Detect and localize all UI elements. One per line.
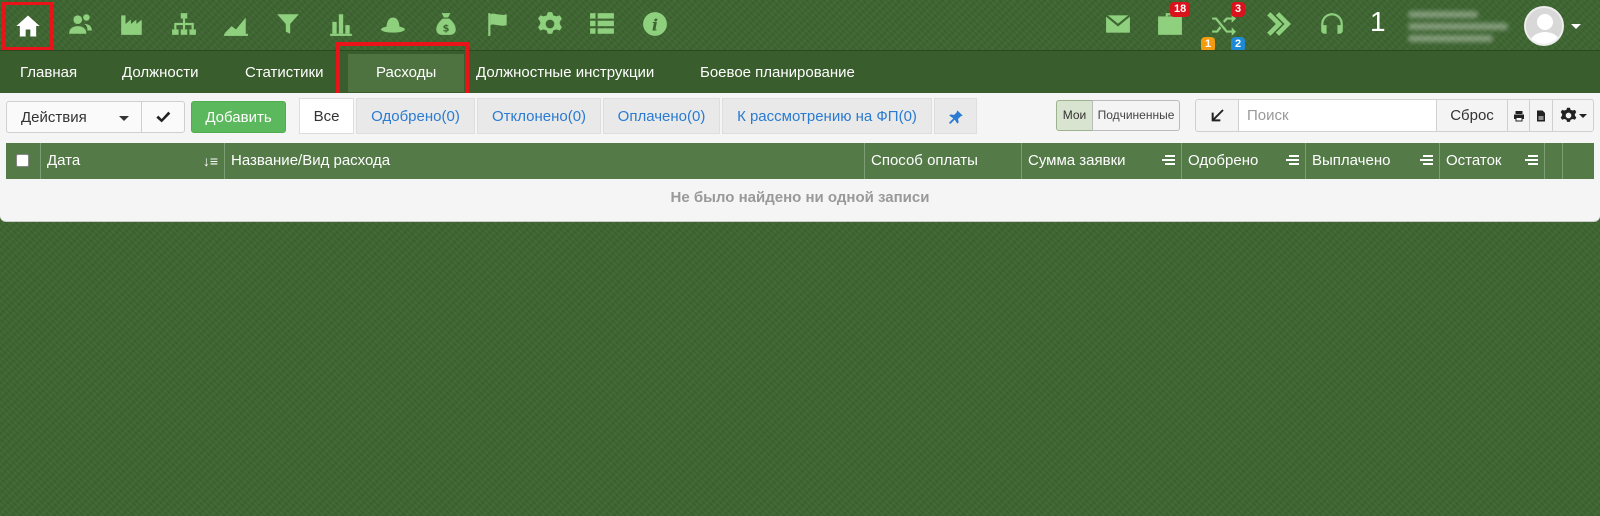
column-remainder[interactable]: Остаток (1440, 143, 1545, 179)
avatar-dropdown-caret-icon[interactable] (1571, 24, 1581, 29)
reset-button[interactable]: Сброс (1436, 99, 1508, 132)
document-icon (1537, 110, 1545, 121)
tab-job-instructions[interactable]: Должностные инструкции (476, 51, 654, 94)
double-chevron-right-icon[interactable] (1263, 9, 1293, 39)
settings-dropdown[interactable] (1552, 99, 1594, 132)
factory-icon[interactable] (117, 9, 147, 39)
area-chart-icon[interactable] (221, 9, 251, 39)
column-date[interactable]: Дата ↓≡ (41, 143, 225, 179)
briefcase-badge: 18 (1170, 2, 1191, 17)
column-request-amount-label: Сумма заявки (1028, 152, 1126, 169)
align-right-icon[interactable] (1162, 155, 1175, 167)
filter-under-review[interactable]: К рассмотрению на ФП(0) (722, 98, 932, 134)
apply-button[interactable] (141, 101, 185, 133)
money-bag-icon[interactable]: $ (431, 9, 461, 39)
toggle-subordinates[interactable]: Подчиненные (1092, 100, 1180, 131)
notification-count: 1 (1370, 6, 1386, 37)
list-icon[interactable] (587, 9, 617, 39)
print-button[interactable] (1507, 99, 1530, 132)
sort-desc-icon[interactable]: ↓≡ (203, 143, 218, 179)
tab-expenses-label: Расходы (348, 54, 465, 92)
column-payment-method-label: Способ оплаты (871, 152, 978, 169)
bar-chart-icon[interactable] (326, 9, 356, 39)
align-right-icon[interactable] (1286, 155, 1299, 167)
align-right-icon[interactable] (1420, 155, 1433, 167)
headset-icon[interactable] (1317, 9, 1347, 39)
actions-dropdown[interactable]: Действия (6, 101, 142, 133)
gear-icon (1560, 107, 1576, 122)
column-scroll-gutter (1563, 143, 1590, 179)
arrow-down-left-icon (1211, 108, 1224, 121)
tab-main[interactable]: Главная (20, 51, 77, 94)
column-request-amount[interactable]: Сумма заявки (1022, 143, 1182, 179)
filter-rejected[interactable]: Отклонено(0) (477, 98, 601, 134)
tab-positions[interactable]: Должности (122, 51, 199, 94)
tab-battle-planning[interactable]: Боевое планирование (700, 51, 855, 94)
info-icon[interactable]: i (640, 9, 670, 39)
select-all-cell (6, 143, 41, 179)
envelope-icon[interactable] (1103, 9, 1133, 39)
tab-statistics[interactable]: Статистики (245, 51, 324, 94)
home-button[interactable] (2, 2, 53, 50)
column-date-label: Дата (47, 152, 81, 169)
collapse-button[interactable] (1195, 99, 1239, 132)
column-approved[interactable]: Одобрено (1182, 143, 1306, 179)
print-icon (1513, 110, 1524, 121)
column-name-label: Название/Вид расхода (231, 152, 391, 169)
flag-icon[interactable] (483, 9, 513, 39)
column-name[interactable]: Название/Вид расхода (225, 143, 865, 179)
filter-all[interactable]: Все (299, 98, 354, 134)
svg-text:$: $ (443, 24, 450, 35)
column-approved-label: Одобрено (1188, 152, 1259, 169)
tab-expenses[interactable]: Расходы (336, 42, 469, 100)
checkmark-icon (156, 111, 171, 123)
svg-text:i: i (652, 16, 658, 35)
user-name-blurred (1408, 6, 1516, 44)
table-header: Дата ↓≡ Название/Вид расхода Способ опла… (6, 143, 1594, 179)
column-remainder-label: Остаток (1446, 152, 1502, 169)
shuffle-badge-red: 3 (1231, 2, 1246, 17)
search-input[interactable] (1238, 99, 1437, 132)
main-nav-tabs: Главная Должности Статистики Расходы Дол… (0, 42, 1600, 100)
toggle-mine[interactable]: Мои (1056, 100, 1093, 131)
export-button[interactable] (1529, 99, 1553, 132)
expenses-panel: Действия Добавить Все Одобрено(0) Отклон… (0, 93, 1600, 222)
column-paid-label: Выплачено (1312, 152, 1391, 169)
pin-button[interactable] (934, 98, 977, 134)
gear-icon[interactable] (535, 9, 565, 39)
select-all-checkbox[interactable] (16, 154, 29, 167)
pin-icon (948, 110, 963, 124)
caret-down-icon (1578, 113, 1587, 118)
org-chart-icon[interactable] (169, 9, 199, 39)
top-toolbar: $ i 18 3 1 2 1 (0, 0, 1600, 52)
filter-icon[interactable] (273, 9, 303, 39)
add-button[interactable]: Добавить (191, 101, 286, 133)
align-right-icon[interactable] (1525, 155, 1538, 167)
column-extra (1545, 143, 1563, 179)
filter-paid[interactable]: Оплачено(0) (603, 98, 720, 134)
avatar[interactable] (1524, 6, 1564, 46)
empty-table-message: Не было найдено ни одной записи (6, 179, 1594, 217)
column-payment-method[interactable]: Способ оплаты (865, 143, 1022, 179)
filter-approved[interactable]: Одобрено(0) (356, 98, 475, 134)
column-paid[interactable]: Выплачено (1306, 143, 1440, 179)
users-icon[interactable] (66, 9, 96, 39)
home-icon (15, 15, 40, 37)
caret-down-icon (119, 116, 129, 121)
actions-label: Действия (21, 108, 87, 126)
hat-icon[interactable] (378, 9, 408, 39)
